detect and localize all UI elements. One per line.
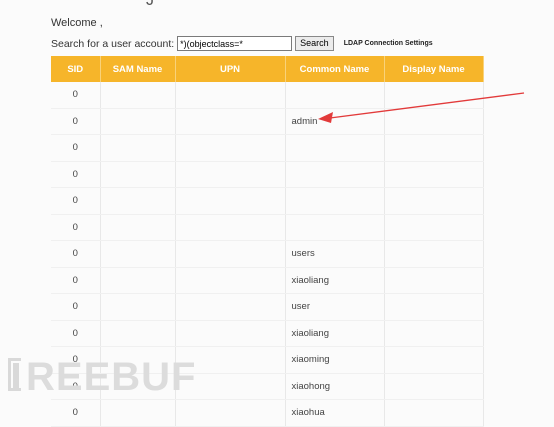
cell-display-name — [384, 214, 484, 241]
cell-common-name: admin — [285, 108, 385, 135]
table-row: 0 — [51, 214, 484, 241]
cell-sid: 0 — [51, 267, 101, 294]
table-row: 0 user — [51, 293, 484, 321]
cell-sid: 0 — [51, 399, 101, 427]
col-header-common-name: Common Name — [285, 56, 385, 82]
cell-common-name — [285, 82, 385, 109]
cell-sid: 0 — [51, 293, 101, 321]
cell-sam-name — [100, 320, 176, 347]
cell-display-name — [384, 293, 484, 321]
svg-text:REEBUF: REEBUF — [26, 355, 196, 398]
search-form: Search for a user account: Search LDAP C… — [51, 36, 433, 51]
cell-display-name — [384, 267, 484, 294]
cell-sid: 0 — [51, 161, 101, 188]
cell-common-name: user — [285, 293, 385, 321]
welcome-text: Welcome , — [51, 17, 103, 29]
table-row: 0 users — [51, 240, 484, 268]
col-header-display-name: Display Name — [384, 56, 484, 82]
cell-sam-name — [100, 399, 176, 427]
cell-display-name — [384, 161, 484, 188]
cell-display-name — [384, 108, 484, 135]
cell-sam-name — [100, 187, 176, 215]
cell-upn — [175, 267, 286, 294]
cell-common-name: xiaoming — [285, 346, 385, 374]
cell-display-name — [384, 346, 484, 374]
cell-sam-name — [100, 82, 176, 109]
table-header-row: SID SAM Name UPN Common Name Display Nam… — [51, 56, 484, 82]
cell-common-name — [285, 214, 385, 241]
table-row: 0 xiaohua — [51, 399, 484, 427]
cell-display-name — [384, 134, 484, 162]
cell-display-name — [384, 373, 484, 400]
cell-common-name — [285, 187, 385, 215]
table-row: 0 — [51, 161, 484, 188]
cell-common-name: xiaohong — [285, 373, 385, 400]
cell-upn — [175, 399, 286, 427]
ldap-settings-link[interactable]: LDAP Connection Settings — [344, 40, 433, 47]
cell-upn — [175, 214, 286, 241]
search-button[interactable]: Search — [295, 36, 334, 51]
cell-common-name: xiaoliang — [285, 267, 385, 294]
cell-upn — [175, 293, 286, 321]
cell-display-name — [384, 187, 484, 215]
table-row: 0 — [51, 82, 484, 109]
cell-display-name — [384, 240, 484, 268]
col-header-upn: UPN — [175, 56, 286, 82]
cell-sid: 0 — [51, 134, 101, 162]
cell-display-name — [384, 82, 484, 109]
cell-sam-name — [100, 214, 176, 241]
cell-sam-name — [100, 161, 176, 188]
cell-upn — [175, 82, 286, 109]
cell-common-name: xiaohua — [285, 399, 385, 427]
freebuf-watermark-logo: REEBUF — [8, 355, 196, 398]
table-row: 0 — [51, 187, 484, 215]
cell-upn — [175, 161, 286, 188]
cell-sam-name — [100, 267, 176, 294]
table-row: 0 xiaoliang — [51, 320, 484, 347]
cell-sid: 0 — [51, 240, 101, 268]
search-input[interactable] — [177, 36, 293, 51]
cell-sid: 0 — [51, 187, 101, 215]
cell-sam-name — [100, 134, 176, 162]
cell-common-name — [285, 134, 385, 162]
cell-sid: 0 — [51, 108, 101, 135]
cell-sid: 0 — [51, 82, 101, 109]
cell-common-name — [285, 161, 385, 188]
cell-display-name — [384, 320, 484, 347]
cell-upn — [175, 240, 286, 268]
cell-sid: 0 — [51, 320, 101, 347]
col-header-sam-name: SAM Name — [100, 56, 176, 82]
table-row: 0 — [51, 134, 484, 162]
cell-common-name: xiaoliang — [285, 320, 385, 347]
table-row: 0 admin — [51, 108, 484, 135]
cell-sid: 0 — [51, 214, 101, 241]
cell-upn — [175, 320, 286, 347]
cell-sam-name — [100, 293, 176, 321]
table-row: 0 xiaoliang — [51, 267, 484, 294]
search-label: Search for a user account: — [51, 37, 175, 50]
cell-sam-name — [100, 240, 176, 268]
cell-upn — [175, 134, 286, 162]
top-glyph: J — [146, 0, 154, 9]
cell-common-name: users — [285, 240, 385, 268]
col-header-sid: SID — [51, 56, 101, 82]
cell-display-name — [384, 399, 484, 427]
cell-sam-name — [100, 108, 176, 135]
cell-upn — [175, 187, 286, 215]
cell-upn — [175, 108, 286, 135]
